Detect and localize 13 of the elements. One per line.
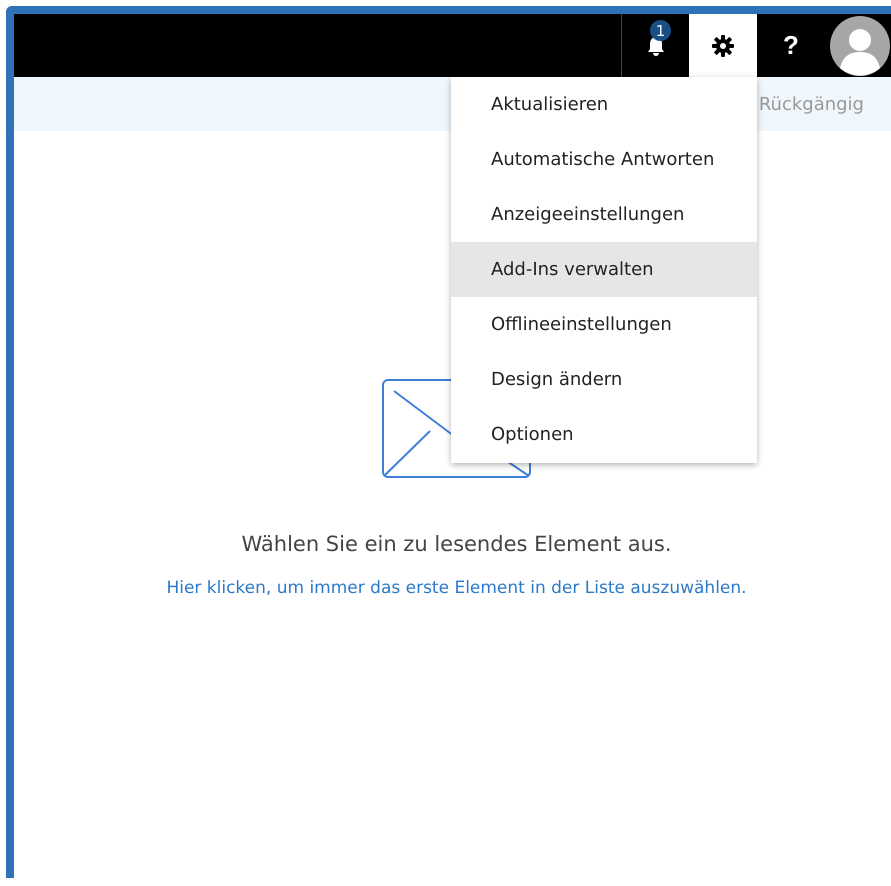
avatar-icon [830, 16, 890, 76]
menu-item[interactable]: Add-Ins verwalten [451, 242, 757, 297]
menu-item[interactable]: Automatische Antworten [451, 132, 757, 187]
menu-item[interactable]: Offlineeinstellungen [451, 297, 757, 352]
notification-count: 1 [650, 20, 671, 41]
settings-button[interactable] [689, 14, 757, 77]
settings-icon [711, 34, 735, 58]
menu-item[interactable]: Anzeigeeinstellungen [451, 187, 757, 242]
menu-item[interactable]: Design ändern [451, 352, 757, 407]
menu-item[interactable]: Aktualisieren [451, 77, 757, 132]
select-first-link[interactable]: Hier klicken, um immer das erste Element in der Liste auszuwählen. [166, 578, 747, 598]
menu-item[interactable]: Optionen [451, 407, 757, 462]
empty-message: Wählen Sie ein zu lesendes Element aus. [241, 532, 672, 556]
